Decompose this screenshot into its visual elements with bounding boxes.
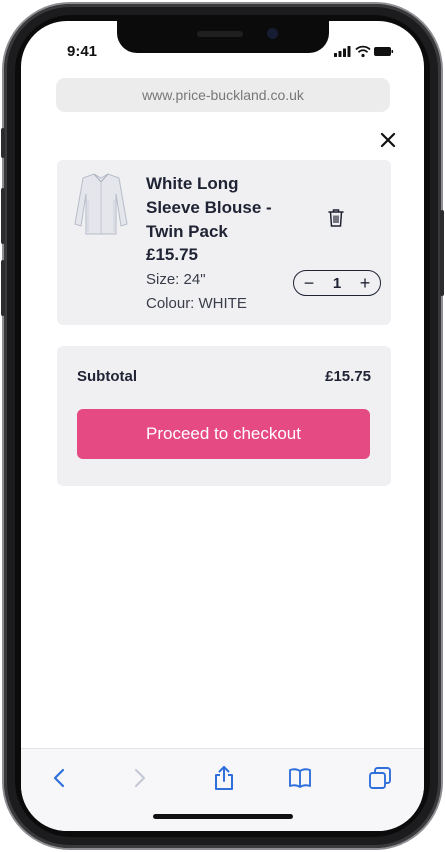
remove-item-button[interactable]	[327, 208, 345, 228]
status-bar: 9:41	[21, 21, 424, 65]
cart-item: White Long Sleeve Blouse - Twin Pack £15…	[57, 160, 391, 325]
phone-screen: 9:41 www.price-buckland.co.uk White Long…	[21, 21, 424, 831]
bookmarks-icon[interactable]	[287, 765, 313, 791]
checkout-button[interactable]: Proceed to checkout	[77, 409, 370, 459]
product-colour: Colour: WHITE	[146, 295, 247, 312]
product-name[interactable]: White Long Sleeve Blouse - Twin Pack	[146, 172, 296, 244]
close-icon	[380, 132, 396, 148]
front-camera	[267, 28, 278, 39]
back-icon[interactable]	[47, 765, 73, 791]
status-time: 9:41	[67, 43, 98, 60]
product-price: £15.75	[146, 245, 198, 264]
status-icons	[334, 45, 394, 58]
mute-switch	[1, 128, 5, 158]
decrease-quantity-button[interactable]: −	[302, 274, 316, 292]
volume-down-button	[1, 260, 5, 316]
wifi-icon	[355, 45, 371, 58]
increase-quantity-button[interactable]: +	[358, 274, 372, 292]
volume-up-button	[1, 188, 5, 244]
cart-drawer: White Long Sleeve Blouse - Twin Pack £15…	[37, 121, 409, 746]
battery-icon	[374, 47, 394, 56]
notch	[117, 21, 329, 53]
power-button	[440, 210, 444, 296]
forward-icon[interactable]	[126, 765, 152, 791]
tabs-icon[interactable]	[367, 765, 393, 791]
signal-icon	[334, 46, 351, 57]
subtotal-value: £15.75	[325, 368, 371, 385]
speaker-grille	[197, 31, 243, 37]
product-size: Size: 24"	[146, 271, 206, 288]
product-image[interactable]	[72, 170, 130, 236]
trash-icon	[328, 209, 344, 227]
cart-summary: Subtotal £15.75 Proceed to checkout	[57, 346, 391, 486]
url-text: www.price-buckland.co.uk	[142, 87, 304, 103]
subtotal-label: Subtotal	[77, 368, 137, 385]
quantity-stepper: − 1 +	[293, 270, 381, 296]
quantity-value[interactable]: 1	[333, 275, 341, 292]
share-icon[interactable]	[211, 765, 237, 791]
close-button[interactable]	[375, 127, 401, 153]
home-indicator	[153, 814, 293, 819]
url-bar[interactable]: www.price-buckland.co.uk	[56, 78, 390, 112]
